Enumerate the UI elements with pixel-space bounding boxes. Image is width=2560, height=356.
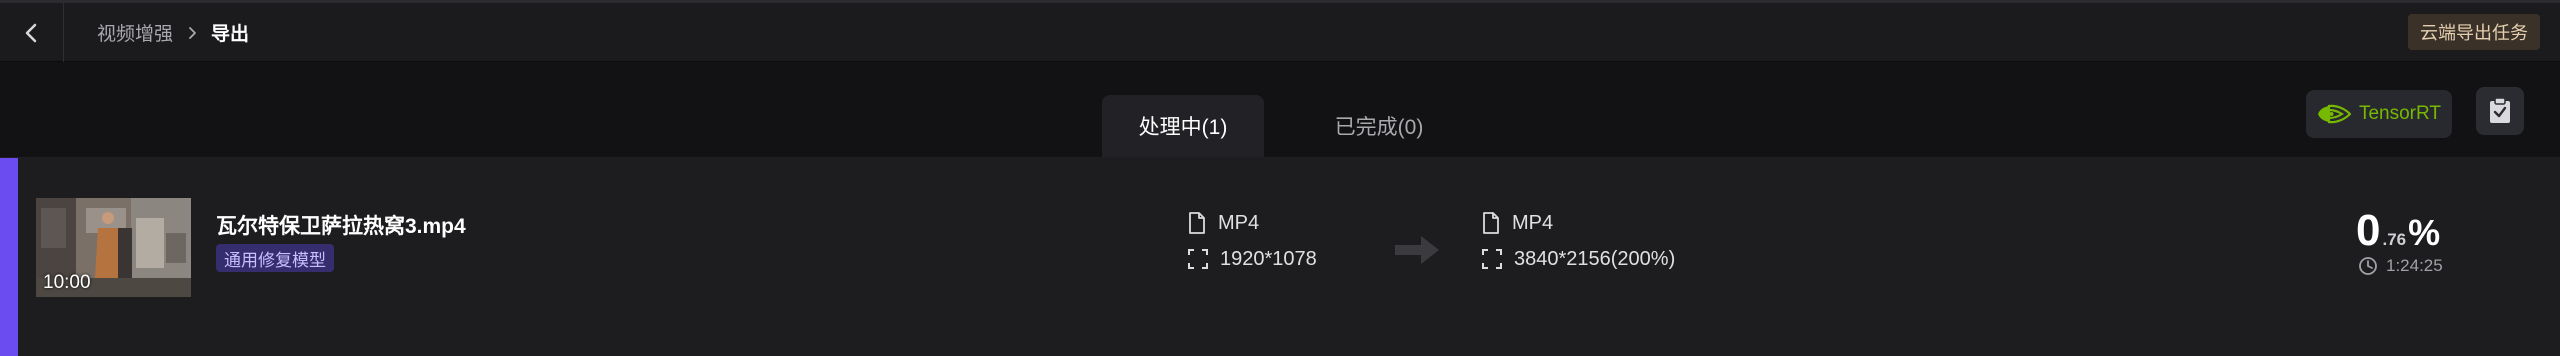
- source-resolution-line: 1920*1078: [1188, 248, 1317, 270]
- output-format-line: MP4: [1482, 212, 1675, 234]
- tabs-row: 处理中(1) 已完成(0) TensorRT: [0, 62, 2560, 158]
- arrow-right-icon: [1395, 236, 1439, 264]
- progress-sign: %: [2408, 212, 2441, 253]
- clock-icon: [2359, 257, 2377, 275]
- resolution-icon: [1482, 249, 1502, 269]
- output-info: MP4 3840*2156(200%): [1482, 212, 1675, 270]
- elapsed-time: 1:24:25: [2358, 256, 2443, 276]
- source-resolution: 1920*1078: [1220, 247, 1317, 270]
- video-duration: 10:00: [43, 272, 91, 293]
- file-icon: [1483, 212, 1499, 234]
- video-filename: 瓦尔特保卫萨拉热窝3.mp4: [216, 215, 466, 238]
- source-format: MP4: [1218, 211, 1260, 234]
- cloud-export-tasks-button[interactable]: 云端导出任务: [2408, 14, 2540, 50]
- output-format: MP4: [1512, 211, 1554, 234]
- output-resolution-line: 3840*2156(200%): [1482, 248, 1675, 270]
- source-info: MP4 1920*1078: [1188, 212, 1317, 270]
- source-format-line: MP4: [1188, 212, 1317, 234]
- chevron-right-icon: [187, 26, 197, 40]
- model-tag: 通用修复模型: [216, 244, 334, 272]
- tab-processing[interactable]: 处理中(1): [1102, 95, 1264, 157]
- resolution-icon: [1188, 249, 1208, 269]
- top-bar: 视频增强 导出 云端导出任务: [0, 0, 2560, 62]
- chevron-left-icon: [25, 23, 36, 42]
- task-accent-bar: [0, 158, 18, 356]
- task-list-button[interactable]: [2476, 87, 2524, 135]
- progress-decimal: .76: [2382, 230, 2407, 249]
- output-resolution: 3840*2156(200%): [1514, 247, 1676, 270]
- video-thumbnail[interactable]: 10:00: [36, 198, 191, 297]
- file-icon: [1189, 212, 1205, 234]
- clipboard-check-icon: [2490, 97, 2510, 123]
- tab-completed[interactable]: 已完成(0): [1298, 95, 1460, 157]
- progress-percent: 0 .76 %: [2356, 206, 2440, 256]
- breadcrumb-video-enhance[interactable]: 视频增强: [97, 19, 173, 46]
- elapsed-time-value: 1:24:25: [2386, 256, 2443, 275]
- nvidia-logo-icon: [2317, 104, 2351, 124]
- task-row[interactable]: 10:00 瓦尔特保卫萨拉热窝3.mp4 通用修复模型 MP4 1920*107…: [0, 158, 2560, 356]
- tensorrt-label: TensorRT: [2358, 103, 2441, 124]
- back-button[interactable]: [0, 3, 64, 62]
- breadcrumb-export: 导出: [211, 24, 250, 45]
- breadcrumb: 视频增强 导出: [97, 3, 249, 62]
- progress-integer: 0: [2356, 206, 2381, 255]
- tensorrt-button[interactable]: TensorRT: [2306, 90, 2452, 138]
